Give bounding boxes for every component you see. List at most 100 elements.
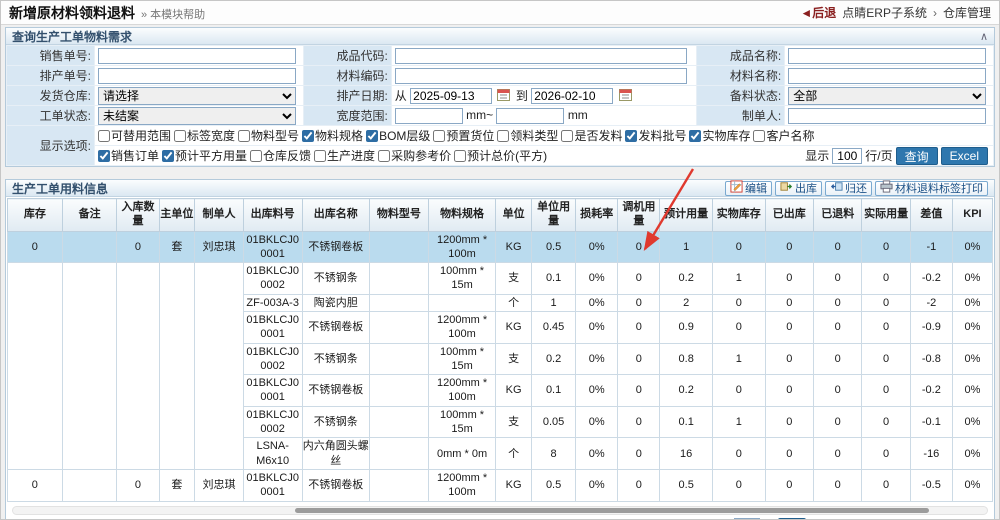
cell-model: [369, 469, 428, 501]
display-option-3[interactable]: 物料型号: [238, 129, 299, 143]
edit-button[interactable]: 编辑: [725, 181, 772, 196]
display-option-b-6-label: 预计总价(平方): [467, 149, 547, 163]
width-min-input[interactable]: [395, 108, 463, 124]
cell-machine-usage: 0: [618, 438, 660, 470]
display-option-9-label: 发料批号: [638, 129, 686, 143]
collapse-icon[interactable]: ∧: [980, 30, 988, 43]
display-option-b-2[interactable]: 预计平方用量: [162, 149, 247, 163]
material-code-input[interactable]: [395, 68, 687, 84]
module-help-link[interactable]: » 本模块帮助: [141, 6, 205, 22]
display-options-label: 显示选项:: [7, 126, 95, 166]
display-option-1-checkbox[interactable]: [98, 130, 110, 142]
return-button[interactable]: 归还: [825, 181, 872, 196]
display-option-7-checkbox[interactable]: [497, 130, 509, 142]
cell-out-item-name: 不锈钢卷板: [302, 231, 369, 263]
product-name-input[interactable]: [788, 48, 986, 64]
display-option-b-5[interactable]: 采购参考价: [378, 149, 451, 163]
display-option-b-4[interactable]: 生产进度: [314, 149, 375, 163]
page-size-input[interactable]: [832, 148, 862, 164]
return-button-label: 归还: [845, 180, 867, 196]
display-option-5-checkbox[interactable]: [366, 130, 378, 142]
back-link[interactable]: ◄后退: [800, 4, 836, 21]
prepare-status-select[interactable]: 全部: [788, 87, 986, 105]
display-option-4-checkbox[interactable]: [302, 130, 314, 142]
display-option-9[interactable]: 发料批号: [625, 129, 686, 143]
display-option-8-label: 是否发料: [574, 129, 622, 143]
cell-returned-qty: 0: [814, 438, 862, 470]
date-from-input[interactable]: [410, 88, 492, 104]
top-header: 新增原材料领料退料 » 本模块帮助 ◄后退 点睛ERP子系统 › 仓库管理: [1, 1, 999, 25]
display-option-b-5-checkbox[interactable]: [378, 150, 390, 162]
search-button[interactable]: 查询: [896, 147, 938, 165]
product-code-label: 成品代码:: [303, 46, 391, 66]
column-header-stock: 库存: [8, 199, 63, 232]
display-option-b-3-checkbox[interactable]: [250, 150, 262, 162]
cell-spec: 1200mm * 100m: [428, 231, 495, 263]
table-row-9[interactable]: 00套刘忠琪01BKLCJ00001不锈钢卷板1200mm * 100mKG0.…: [8, 469, 993, 501]
cell-model: [369, 343, 428, 375]
width-max-input[interactable]: [496, 108, 564, 124]
display-option-8[interactable]: 是否发料: [561, 129, 622, 143]
cell-loss-rate: 0%: [576, 294, 618, 311]
display-option-b-6-checkbox[interactable]: [454, 150, 466, 162]
display-option-9-checkbox[interactable]: [625, 130, 637, 142]
cell-loss-rate: 0%: [576, 375, 618, 407]
display-option-11[interactable]: 客户名称: [753, 129, 814, 143]
display-option-7-label: 领料类型: [510, 129, 558, 143]
display-option-b-3[interactable]: 仓库反馈: [250, 149, 311, 163]
table-row-1[interactable]: 00套刘忠琪01BKLCJ00001不锈钢卷板1200mm * 100mKG0.…: [8, 231, 993, 263]
outbound-button[interactable]: 出库: [775, 181, 822, 196]
display-option-6-label: 预置货位: [446, 129, 494, 143]
product-code-input[interactable]: [395, 48, 687, 64]
cell-machine-usage: 0: [618, 469, 660, 501]
display-option-6[interactable]: 预置货位: [433, 129, 494, 143]
ship-warehouse-select[interactable]: 请选择: [98, 87, 296, 105]
maker-label: 制单人:: [697, 106, 785, 126]
display-option-b-6[interactable]: 预计总价(平方): [454, 149, 547, 163]
cell-machine-usage: 0: [618, 311, 660, 343]
display-option-10[interactable]: 实物库存: [689, 129, 750, 143]
display-option-b-1-checkbox[interactable]: [98, 150, 110, 162]
display-option-6-checkbox[interactable]: [433, 130, 445, 142]
print-label-button[interactable]: 材料退料标签打印: [875, 181, 988, 196]
cell-kpi: 0%: [952, 343, 992, 375]
display-option-b-1[interactable]: 销售订单: [98, 149, 159, 163]
cell-loss-rate: 0%: [576, 438, 618, 470]
date-to-input[interactable]: [531, 88, 613, 104]
cell-machine-usage: 0: [618, 263, 660, 295]
breadcrumb-app[interactable]: 点睛ERP子系统: [842, 4, 927, 21]
maker-input[interactable]: [788, 108, 986, 124]
schedule-order-input[interactable]: [98, 68, 296, 84]
display-option-3-checkbox[interactable]: [238, 130, 250, 142]
display-option-2-checkbox[interactable]: [174, 130, 186, 142]
display-option-1[interactable]: 可替用范围: [98, 129, 171, 143]
breadcrumb-module[interactable]: 仓库管理: [943, 4, 991, 21]
cell-model: [369, 263, 428, 295]
display-option-b-4-checkbox[interactable]: [314, 150, 326, 162]
sales-order-input[interactable]: [98, 48, 296, 64]
excel-button[interactable]: Excel: [941, 147, 988, 165]
display-options-row1: 可替用范围标签宽度物料型号物料规格BOM层级 预置货位 领料类型 是否发料 发料批号实物…: [95, 126, 994, 146]
display-option-4[interactable]: 物料规格: [302, 129, 363, 143]
display-option-11-checkbox[interactable]: [753, 130, 765, 142]
display-option-8-checkbox[interactable]: [561, 130, 573, 142]
cell-out-item-name: 内六角圆头螺丝: [302, 438, 369, 470]
calendar-icon[interactable]: [497, 88, 510, 104]
order-status-select[interactable]: 未结案: [98, 107, 296, 125]
outbound-icon: [780, 180, 793, 196]
column-header-maker: 制单人: [195, 199, 243, 232]
material-name-input[interactable]: [788, 68, 986, 84]
scrollbar-thumb[interactable]: [295, 508, 928, 513]
display-option-10-checkbox[interactable]: [689, 130, 701, 142]
display-option-b-2-checkbox[interactable]: [162, 150, 174, 162]
cell-out-item-name: 不锈钢条: [302, 406, 369, 438]
calendar-icon[interactable]: [619, 88, 632, 104]
column-header-actual-usage: 实际用量: [862, 199, 910, 232]
horizontal-scrollbar[interactable]: [12, 506, 988, 515]
table-row-2[interactable]: 01BKLCJ00002不锈钢条100mm * 15m支0.10%00.2100…: [8, 263, 993, 295]
display-option-5[interactable]: BOM层级: [366, 129, 430, 143]
display-option-2[interactable]: 标签宽度: [174, 129, 235, 143]
cell-unit-usage: 8: [532, 438, 576, 470]
display-option-7[interactable]: 领料类型: [497, 129, 558, 143]
cell-kpi: 0%: [952, 406, 992, 438]
